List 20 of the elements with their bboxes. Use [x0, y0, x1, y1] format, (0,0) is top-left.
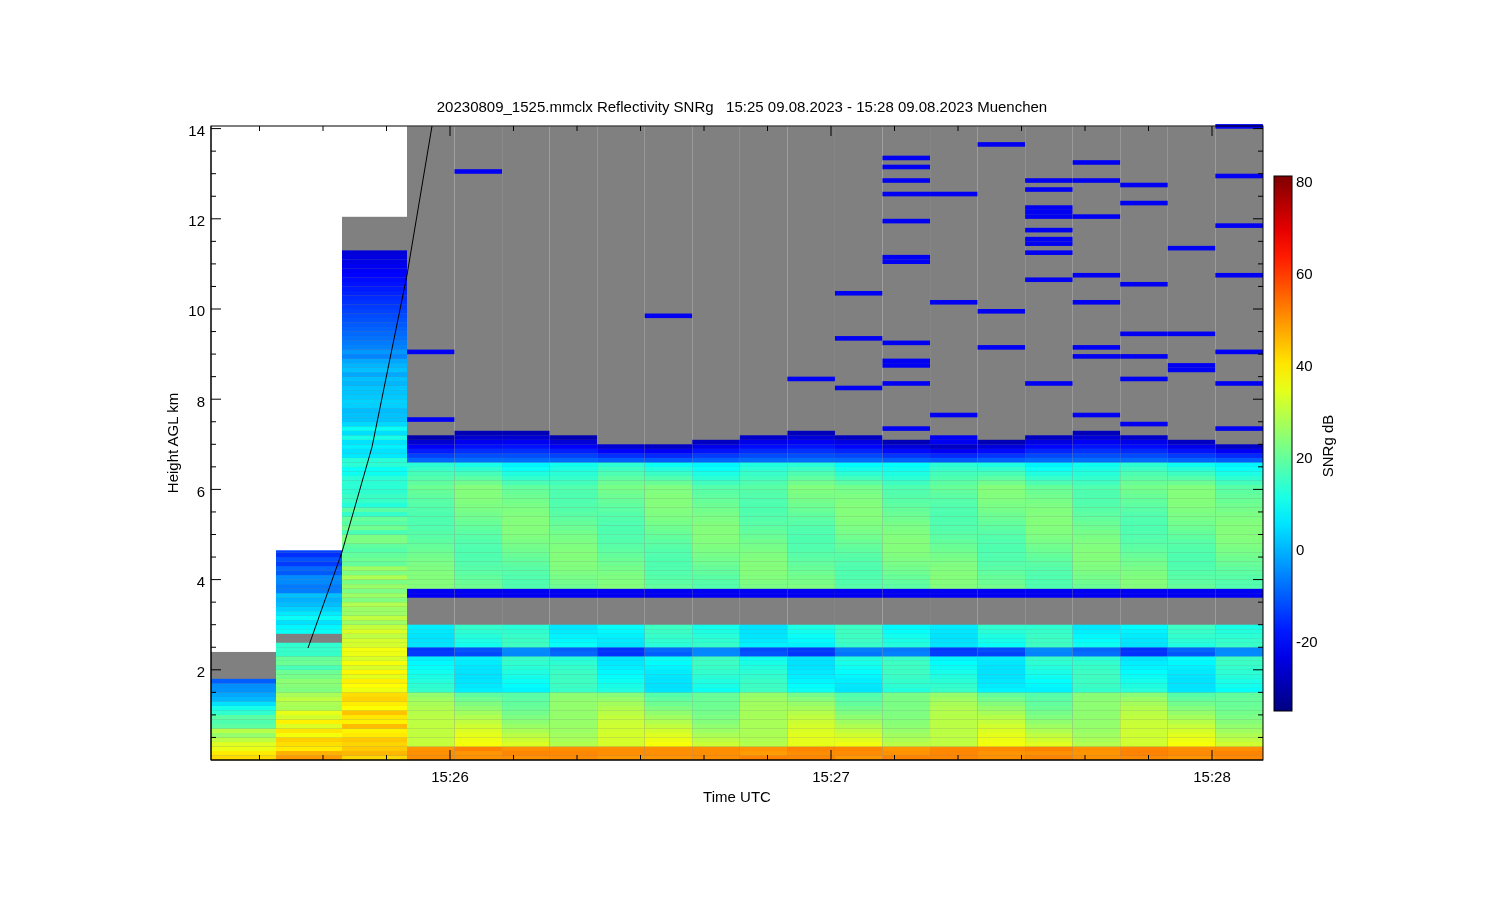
- y-tick-label: 2: [196, 663, 205, 681]
- y-tick-label: 14: [188, 122, 205, 139]
- chart-title: 20230809_1525.mmclx Reflectivity SNRg 15:25 09.08.2023 - 15:28 09.08.2023 Muenchen: [436, 98, 1048, 115]
- x-tick-label: 15:27: [812, 768, 850, 785]
- colorbar-tick-label: 0: [1296, 541, 1305, 558]
- colorbar-label: SNRg dB: [1319, 414, 1336, 478]
- y-axis-label: Height AGL km: [164, 392, 181, 494]
- colorbar-tick-label: -20: [1296, 633, 1318, 650]
- x-axis-label: Time UTC: [703, 788, 771, 805]
- x-tick-label: 15:26: [431, 768, 469, 785]
- y-tick-label: 8: [196, 392, 205, 410]
- x-tick-label: 15:28: [1193, 768, 1231, 785]
- y-tick-label: 6: [196, 482, 205, 500]
- colorbar-tick-label: 40: [1296, 357, 1313, 374]
- colorbar-tick-label: 80: [1296, 173, 1313, 190]
- colorbar-tick-label: 60: [1296, 265, 1313, 282]
- colorbar-tick-label: 20: [1296, 449, 1313, 466]
- y-tick-label: 12: [188, 212, 205, 230]
- y-tick-label: 4: [196, 573, 205, 590]
- y-tick-label: 10: [188, 302, 205, 320]
